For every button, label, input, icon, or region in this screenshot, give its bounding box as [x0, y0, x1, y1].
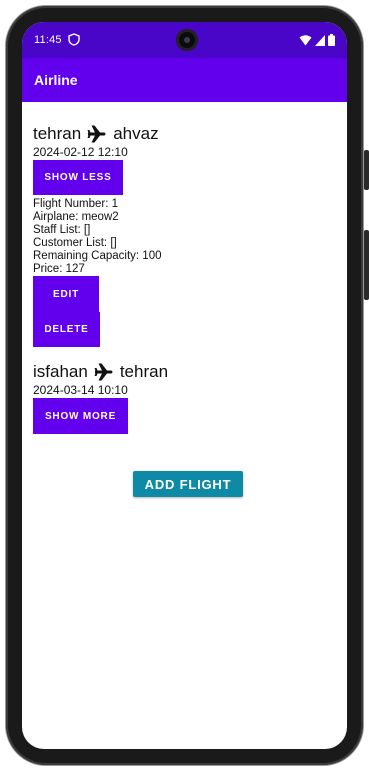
flight-card: isfahan tehran 2024-03-14 10:10 SHOW MOR…	[33, 361, 337, 434]
app-bar: Airline	[22, 58, 347, 102]
add-flight-button[interactable]: ADD FLIGHT	[133, 471, 243, 497]
status-icons	[299, 34, 335, 46]
flight-route: isfahan tehran	[33, 361, 337, 383]
battery-icon	[328, 34, 335, 46]
app-title: Airline	[34, 72, 78, 88]
flight-destination: tehran	[119, 362, 169, 381]
flight-customer-list: Customer List: []	[33, 237, 117, 249]
edit-button[interactable]: EDIT	[33, 276, 99, 312]
flight-route: tehran ahvaz	[33, 123, 337, 145]
wifi-icon	[299, 34, 312, 45]
flight-datetime: 2024-03-14 10:10	[33, 383, 128, 397]
flight-airplane: Airplane: meow2	[33, 211, 119, 223]
flight-remaining-capacity: Remaining Capacity: 100	[33, 250, 162, 262]
flight-number: Flight Number: 1	[33, 198, 119, 210]
signal-icon	[315, 34, 325, 46]
flight-staff-list: Staff List: []	[33, 224, 91, 236]
show-more-button[interactable]: SHOW MORE	[33, 398, 128, 434]
flight-card: tehran ahvaz 2024-02-12 12:10 SHOW LESS …	[33, 123, 337, 347]
volume-button	[364, 230, 369, 300]
flight-datetime: 2024-02-12 12:10	[33, 145, 128, 159]
delete-button[interactable]: DELETE	[33, 312, 100, 347]
airplane-icon	[94, 363, 113, 381]
front-camera	[176, 29, 198, 51]
flight-origin: tehran	[33, 124, 82, 143]
show-less-button[interactable]: SHOW LESS	[33, 160, 123, 195]
status-time: 11:45	[34, 34, 62, 46]
shield-icon	[68, 33, 80, 46]
power-button	[364, 150, 369, 190]
airplane-icon	[87, 125, 106, 143]
screen: 11:45 Airline tehran ahvaz 2024-02-12 12…	[22, 22, 347, 749]
device-frame: 11:45 Airline tehran ahvaz 2024-02-12 12…	[0, 0, 369, 771]
flight-list: tehran ahvaz 2024-02-12 12:10 SHOW LESS …	[33, 102, 337, 434]
flight-origin: isfahan	[33, 362, 88, 381]
flight-destination: ahvaz	[113, 124, 159, 143]
status-bar: 11:45	[22, 22, 347, 58]
flight-price: Price: 127	[33, 263, 85, 275]
